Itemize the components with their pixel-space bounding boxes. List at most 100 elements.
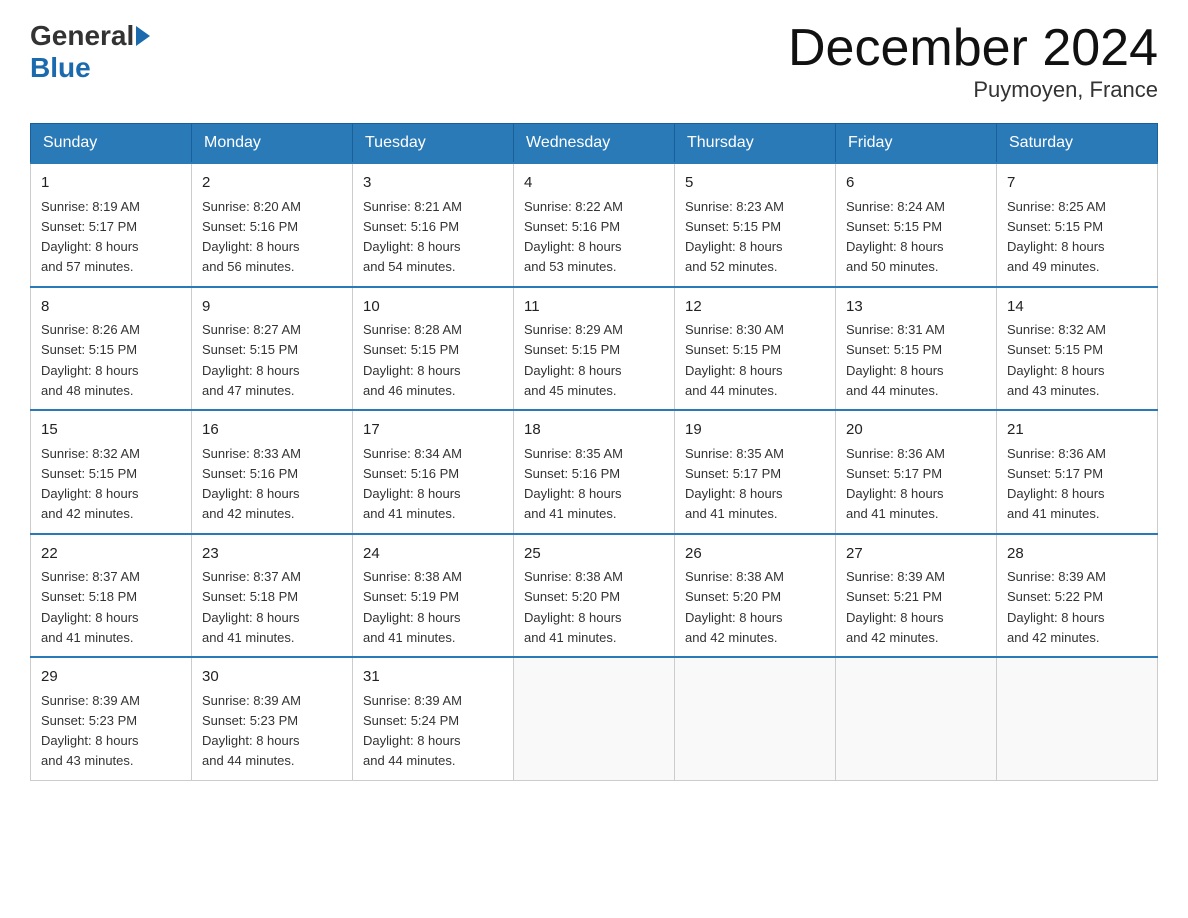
calendar-day-cell: 13 Sunrise: 8:31 AMSunset: 5:15 PMDayligh…	[836, 287, 997, 411]
calendar-day-cell: 9 Sunrise: 8:27 AMSunset: 5:15 PMDaylight…	[192, 287, 353, 411]
calendar-day-cell: 12 Sunrise: 8:30 AMSunset: 5:15 PMDayligh…	[675, 287, 836, 411]
calendar-day-cell: 10 Sunrise: 8:28 AMSunset: 5:15 PMDayligh…	[353, 287, 514, 411]
weekday-header-cell: Monday	[192, 124, 353, 164]
calendar-day-cell: 8 Sunrise: 8:26 AMSunset: 5:15 PMDaylight…	[31, 287, 192, 411]
day-info: Sunrise: 8:25 AMSunset: 5:15 PMDaylight:…	[1007, 199, 1106, 275]
day-info: Sunrise: 8:35 AMSunset: 5:17 PMDaylight:…	[685, 446, 784, 522]
location-label: Puymoyen, France	[788, 77, 1158, 103]
calendar-day-cell: 15Sunrise: 8:32 AMSunset: 5:15 PMDayligh…	[31, 410, 192, 534]
calendar-day-cell: 3Sunrise: 8:21 AMSunset: 5:16 PMDaylight…	[353, 163, 514, 287]
calendar-day-cell: 5Sunrise: 8:23 AMSunset: 5:15 PMDaylight…	[675, 163, 836, 287]
day-info: Sunrise: 8:30 AMSunset: 5:15 PMDaylight:…	[685, 322, 784, 398]
day-info: Sunrise: 8:38 AMSunset: 5:20 PMDaylight:…	[685, 569, 784, 645]
day-info: Sunrise: 8:39 AMSunset: 5:24 PMDaylight:…	[363, 693, 462, 769]
day-number: 30	[202, 666, 342, 689]
day-number: 12	[685, 296, 825, 319]
page-header: General Blue December 2024 Puymoyen, Fra…	[30, 20, 1158, 103]
day-number: 1	[41, 172, 181, 195]
day-number: 19	[685, 419, 825, 442]
day-number: 28	[1007, 543, 1147, 566]
calendar-body: 1Sunrise: 8:19 AMSunset: 5:17 PMDaylight…	[31, 163, 1158, 780]
day-info: Sunrise: 8:33 AMSunset: 5:16 PMDaylight:…	[202, 446, 301, 522]
day-number: 31	[363, 666, 503, 689]
calendar-day-cell: 1Sunrise: 8:19 AMSunset: 5:17 PMDaylight…	[31, 163, 192, 287]
calendar-day-cell: 18 Sunrise: 8:35 AMSunset: 5:16 PMDayligh…	[514, 410, 675, 534]
calendar-day-cell	[675, 657, 836, 780]
calendar-day-cell: 11Sunrise: 8:29 AMSunset: 5:15 PMDayligh…	[514, 287, 675, 411]
calendar-day-cell: 25 Sunrise: 8:38 AMSunset: 5:20 PMDayligh…	[514, 534, 675, 658]
calendar-week-row: 29 Sunrise: 8:39 AMSunset: 5:23 PMDayligh…	[31, 657, 1158, 780]
calendar-day-cell: 19 Sunrise: 8:35 AMSunset: 5:17 PMDayligh…	[675, 410, 836, 534]
calendar-day-cell: 22Sunrise: 8:37 AMSunset: 5:18 PMDayligh…	[31, 534, 192, 658]
day-number: 26	[685, 543, 825, 566]
day-info: Sunrise: 8:28 AMSunset: 5:15 PMDaylight:…	[363, 322, 462, 398]
logo: General Blue	[30, 20, 152, 84]
calendar-day-cell: 27 Sunrise: 8:39 AMSunset: 5:21 PMDayligh…	[836, 534, 997, 658]
day-number: 20	[846, 419, 986, 442]
day-info: Sunrise: 8:26 AMSunset: 5:15 PMDaylight:…	[41, 322, 140, 398]
day-number: 5	[685, 172, 825, 195]
day-number: 13	[846, 296, 986, 319]
calendar-day-cell: 26 Sunrise: 8:38 AMSunset: 5:20 PMDayligh…	[675, 534, 836, 658]
weekday-header-cell: Sunday	[31, 124, 192, 164]
day-info: Sunrise: 8:34 AMSunset: 5:16 PMDaylight:…	[363, 446, 462, 522]
calendar-day-cell: 16 Sunrise: 8:33 AMSunset: 5:16 PMDayligh…	[192, 410, 353, 534]
day-info: Sunrise: 8:22 AMSunset: 5:16 PMDaylight:…	[524, 199, 623, 275]
day-info: Sunrise: 8:38 AMSunset: 5:20 PMDaylight:…	[524, 569, 623, 645]
day-number: 27	[846, 543, 986, 566]
calendar-day-cell: 4 Sunrise: 8:22 AMSunset: 5:16 PMDaylight…	[514, 163, 675, 287]
day-info: Sunrise: 8:39 AMSunset: 5:21 PMDaylight:…	[846, 569, 945, 645]
day-info: Sunrise: 8:36 AMSunset: 5:17 PMDaylight:…	[846, 446, 945, 522]
day-number: 8	[41, 296, 181, 319]
day-number: 25	[524, 543, 664, 566]
calendar-day-cell: 24Sunrise: 8:38 AMSunset: 5:19 PMDayligh…	[353, 534, 514, 658]
calendar-day-cell: 21 Sunrise: 8:36 AMSunset: 5:17 PMDayligh…	[997, 410, 1158, 534]
weekday-header-cell: Wednesday	[514, 124, 675, 164]
day-number: 21	[1007, 419, 1147, 442]
day-info: Sunrise: 8:37 AMSunset: 5:18 PMDaylight:…	[202, 569, 301, 645]
day-info: Sunrise: 8:27 AMSunset: 5:15 PMDaylight:…	[202, 322, 301, 398]
day-number: 16	[202, 419, 342, 442]
weekday-header-cell: Friday	[836, 124, 997, 164]
day-info: Sunrise: 8:24 AMSunset: 5:15 PMDaylight:…	[846, 199, 945, 275]
day-info: Sunrise: 8:38 AMSunset: 5:19 PMDaylight:…	[363, 569, 462, 645]
day-info: Sunrise: 8:32 AMSunset: 5:15 PMDaylight:…	[41, 446, 140, 522]
day-info: Sunrise: 8:35 AMSunset: 5:16 PMDaylight:…	[524, 446, 623, 522]
day-info: Sunrise: 8:36 AMSunset: 5:17 PMDaylight:…	[1007, 446, 1106, 522]
weekday-header-cell: Thursday	[675, 124, 836, 164]
calendar-day-cell: 31 Sunrise: 8:39 AMSunset: 5:24 PMDayligh…	[353, 657, 514, 780]
calendar-day-cell: 14Sunrise: 8:32 AMSunset: 5:15 PMDayligh…	[997, 287, 1158, 411]
calendar-day-cell: 7 Sunrise: 8:25 AMSunset: 5:15 PMDaylight…	[997, 163, 1158, 287]
calendar-week-row: 22Sunrise: 8:37 AMSunset: 5:18 PMDayligh…	[31, 534, 1158, 658]
day-info: Sunrise: 8:39 AMSunset: 5:23 PMDaylight:…	[202, 693, 301, 769]
calendar-day-cell: 20 Sunrise: 8:36 AMSunset: 5:17 PMDayligh…	[836, 410, 997, 534]
calendar-day-cell	[836, 657, 997, 780]
day-info: Sunrise: 8:29 AMSunset: 5:15 PMDaylight:…	[524, 322, 623, 398]
day-info: Sunrise: 8:21 AMSunset: 5:16 PMDaylight:…	[363, 199, 462, 275]
month-title: December 2024	[788, 20, 1158, 77]
calendar-day-cell: 17 Sunrise: 8:34 AMSunset: 5:16 PMDayligh…	[353, 410, 514, 534]
day-number: 14	[1007, 296, 1147, 319]
calendar-day-cell: 28 Sunrise: 8:39 AMSunset: 5:22 PMDayligh…	[997, 534, 1158, 658]
day-number: 9	[202, 296, 342, 319]
day-number: 2	[202, 172, 342, 195]
day-number: 7	[1007, 172, 1147, 195]
day-info: Sunrise: 8:31 AMSunset: 5:15 PMDaylight:…	[846, 322, 945, 398]
day-number: 17	[363, 419, 503, 442]
calendar-day-cell: 30 Sunrise: 8:39 AMSunset: 5:23 PMDayligh…	[192, 657, 353, 780]
weekday-header-cell: Tuesday	[353, 124, 514, 164]
day-number: 4	[524, 172, 664, 195]
calendar-day-cell	[514, 657, 675, 780]
day-number: 10	[363, 296, 503, 319]
logo-general-text: General	[30, 20, 134, 52]
day-number: 29	[41, 666, 181, 689]
logo-blue-text: Blue	[30, 52, 91, 84]
weekday-header-cell: Saturday	[997, 124, 1158, 164]
title-section: December 2024 Puymoyen, France	[788, 20, 1158, 103]
day-info: Sunrise: 8:39 AMSunset: 5:22 PMDaylight:…	[1007, 569, 1106, 645]
calendar-day-cell: 6Sunrise: 8:24 AMSunset: 5:15 PMDaylight…	[836, 163, 997, 287]
day-number: 23	[202, 543, 342, 566]
calendar-week-row: 1Sunrise: 8:19 AMSunset: 5:17 PMDaylight…	[31, 163, 1158, 287]
day-info: Sunrise: 8:37 AMSunset: 5:18 PMDaylight:…	[41, 569, 140, 645]
day-number: 18	[524, 419, 664, 442]
